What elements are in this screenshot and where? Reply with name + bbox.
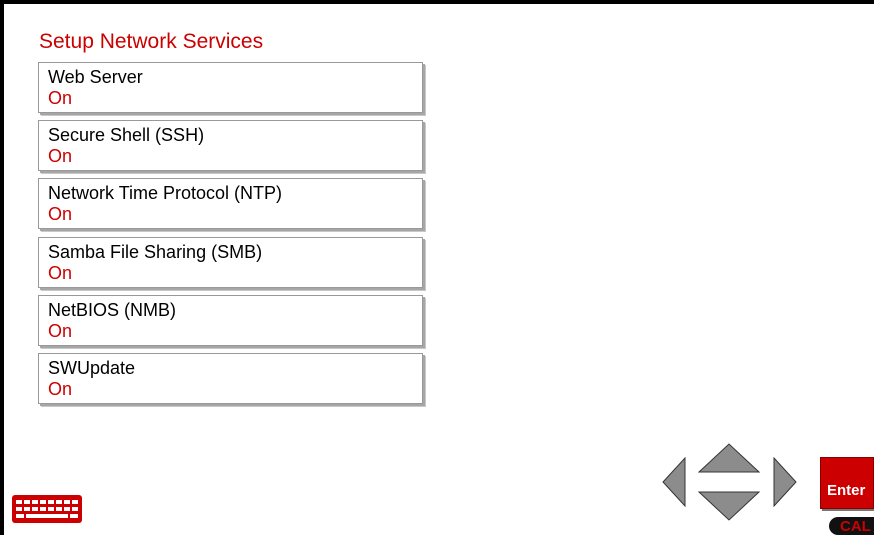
setting-value: On bbox=[48, 321, 73, 341]
setting-secure-shell[interactable]: Secure Shell (SSH) On bbox=[38, 120, 423, 171]
screen-frame-top bbox=[0, 0, 874, 4]
enter-button[interactable]: Enter bbox=[820, 457, 874, 509]
setting-swupdate[interactable]: SWUpdate On bbox=[38, 353, 423, 404]
setting-web-server[interactable]: Web Server On bbox=[38, 62, 423, 113]
setting-value: On bbox=[48, 263, 73, 283]
arrow-down-icon[interactable] bbox=[698, 491, 760, 521]
setting-label: Web Server bbox=[48, 67, 143, 87]
setting-value: On bbox=[48, 146, 73, 166]
setting-value: On bbox=[48, 204, 73, 224]
setting-samba-file-sharing[interactable]: Samba File Sharing (SMB) On bbox=[38, 237, 423, 288]
arrow-right-icon[interactable] bbox=[773, 457, 797, 507]
page-title: Setup Network Services bbox=[39, 30, 264, 53]
keyboard-icon bbox=[12, 495, 82, 523]
keyboard-button[interactable] bbox=[12, 495, 82, 523]
arrow-up-icon[interactable] bbox=[698, 443, 760, 473]
setting-value: On bbox=[48, 379, 73, 399]
cal-logo: CAL bbox=[829, 517, 874, 535]
arrow-left-icon[interactable] bbox=[662, 457, 686, 507]
setting-netbios[interactable]: NetBIOS (NMB) On bbox=[38, 295, 423, 346]
setting-label: NetBIOS (NMB) bbox=[48, 300, 177, 320]
setting-label: SWUpdate bbox=[48, 358, 136, 378]
setting-label: Network Time Protocol (NTP) bbox=[48, 183, 283, 203]
cal-logo-text: CAL bbox=[840, 518, 871, 535]
setting-value: On bbox=[48, 88, 73, 108]
screen-frame-left bbox=[0, 0, 4, 535]
setting-label: Secure Shell (SSH) bbox=[48, 125, 205, 145]
setting-label: Samba File Sharing (SMB) bbox=[48, 242, 263, 262]
setting-network-time-protocol[interactable]: Network Time Protocol (NTP) On bbox=[38, 178, 423, 229]
